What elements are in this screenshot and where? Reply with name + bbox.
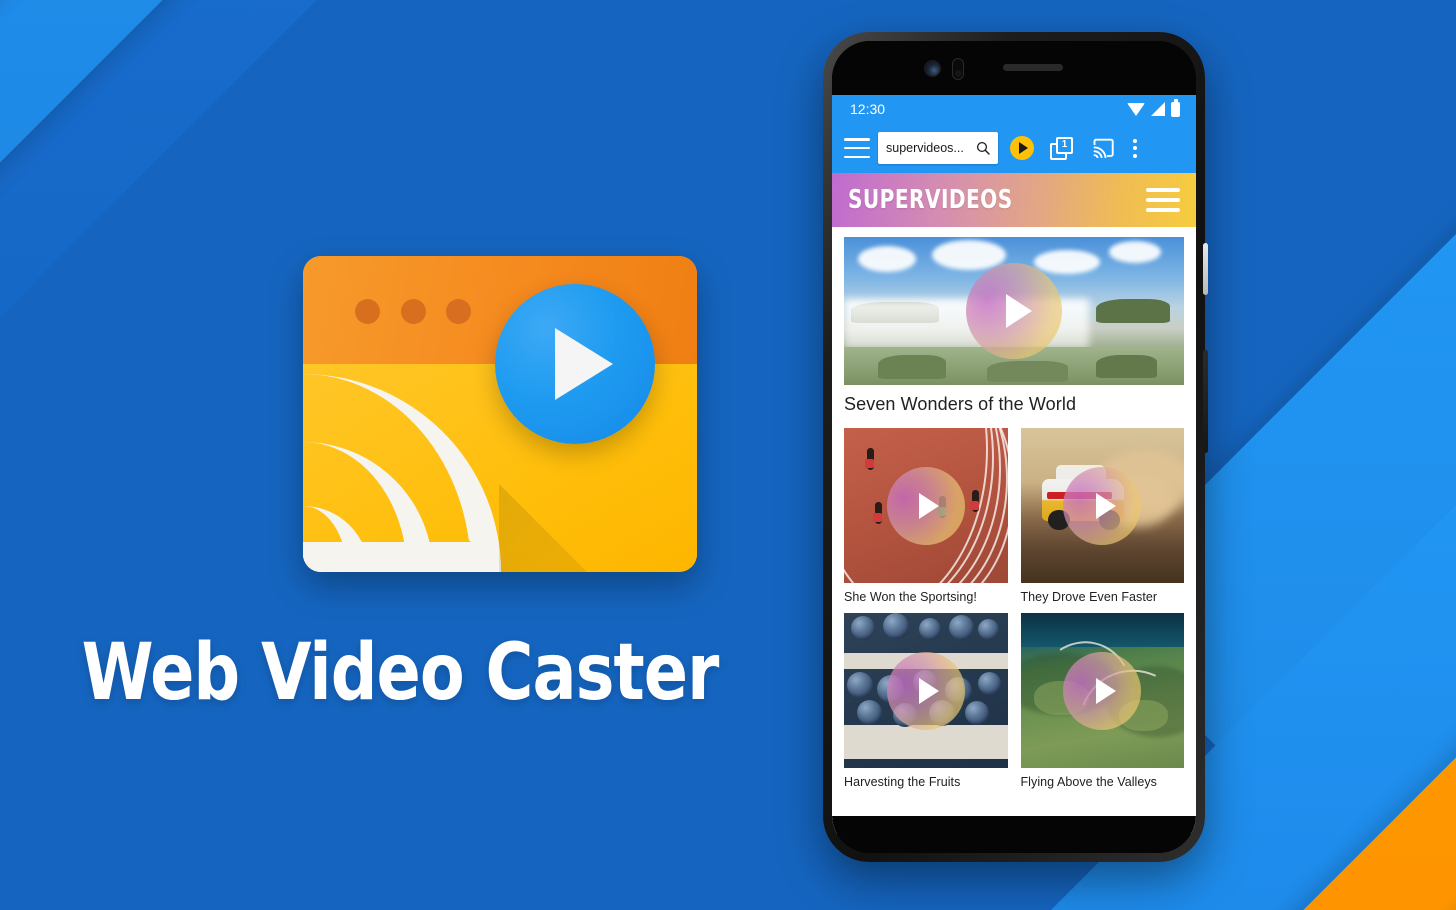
- url-input-value: supervideos...: [886, 141, 964, 155]
- video-row: Harvesting the Fruits Flying Above the V…: [844, 613, 1184, 789]
- promo-graphic: Web Video Caster 12:30 supervideos... 1 …: [0, 0, 1456, 910]
- browser-menu-icon[interactable]: [844, 138, 870, 158]
- blueberries-thumbnail: [844, 613, 1008, 768]
- logo-window-dot: [355, 299, 380, 324]
- aerial-valley-thumbnail: [1020, 613, 1184, 768]
- site-name: SUPERVIDEOS: [848, 185, 1013, 215]
- phone-screen: 12:30 supervideos... 1 SUPERVIDEOS Seven…: [832, 95, 1196, 834]
- video-title: She Won the Sportsing!: [844, 590, 977, 604]
- logo-play-icon: [495, 284, 655, 444]
- featured-video-title: Seven Wonders of the World: [844, 394, 1077, 414]
- phone-bottom-bezel: [832, 816, 1196, 853]
- web-video-caster-logo-icon: [303, 256, 697, 572]
- earpiece-speaker: [1003, 64, 1063, 71]
- play-icon[interactable]: [1063, 651, 1142, 730]
- rally-car-thumbnail: [1020, 428, 1184, 583]
- cast-icon[interactable]: [1091, 138, 1115, 158]
- play-icon[interactable]: [886, 651, 965, 730]
- featured-video-card[interactable]: Seven Wonders of the World: [844, 237, 1184, 415]
- proximity-sensor-icon: [952, 58, 964, 80]
- phone-top-bezel: [832, 41, 1196, 95]
- play-icon[interactable]: [886, 466, 965, 545]
- search-icon: [976, 141, 990, 155]
- site-menu-icon[interactable]: [1146, 188, 1180, 212]
- cellular-signal-icon: [1151, 102, 1165, 116]
- branding-panel: Web Video Caster: [0, 0, 800, 910]
- more-vertical-icon[interactable]: [1133, 138, 1137, 158]
- running-track-thumbnail: [844, 428, 1008, 583]
- status-bar: 12:30: [832, 95, 1196, 123]
- logo-window-dot: [401, 299, 426, 324]
- status-time: 12:30: [850, 101, 886, 117]
- play-icon[interactable]: [1063, 466, 1142, 545]
- video-card[interactable]: She Won the Sportsing!: [844, 428, 1008, 604]
- phone-mockup: 12:30 supervideos... 1 SUPERVIDEOS Seven…: [823, 32, 1205, 862]
- site-header: SUPERVIDEOS: [832, 173, 1196, 227]
- front-camera-icon: [924, 60, 941, 77]
- video-row: She Won the Sportsing! They Drove Even F…: [844, 428, 1184, 604]
- video-title: They Drove Even Faster: [1020, 590, 1158, 604]
- logo-window-dot: [446, 299, 471, 324]
- waterfall-thumbnail: [844, 237, 1184, 385]
- tabs-count: 1: [1056, 136, 1073, 154]
- play-icon[interactable]: [966, 263, 1062, 359]
- browser-toolbar: supervideos... 1: [832, 123, 1196, 173]
- video-title: Flying Above the Valleys: [1020, 775, 1157, 789]
- volume-button[interactable]: [1203, 350, 1208, 453]
- video-title: Harvesting the Fruits: [844, 775, 961, 789]
- url-search-input[interactable]: supervideos...: [878, 132, 998, 164]
- tabs-stack-icon[interactable]: 1: [1050, 136, 1073, 160]
- battery-icon: [1171, 98, 1180, 117]
- logo-play-shadow: [499, 484, 697, 572]
- video-card[interactable]: Flying Above the Valleys: [1020, 613, 1184, 789]
- app-title: Web Video Caster: [81, 628, 720, 718]
- video-card[interactable]: They Drove Even Faster: [1020, 428, 1184, 604]
- video-card[interactable]: Harvesting the Fruits: [844, 613, 1008, 789]
- video-list: Seven Wonders of the World She Won the S…: [832, 227, 1196, 789]
- cast-video-button[interactable]: [1010, 136, 1034, 160]
- wifi-icon: [1127, 102, 1145, 116]
- power-button[interactable]: [1203, 243, 1208, 295]
